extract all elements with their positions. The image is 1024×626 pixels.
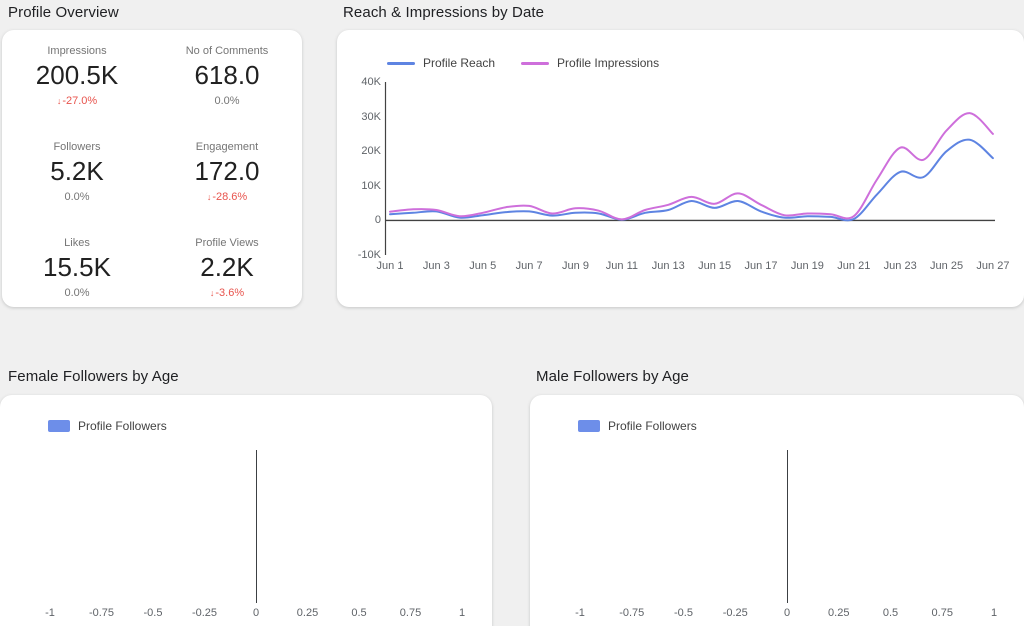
legend-label: Profile Followers — [608, 419, 697, 433]
series-line-profile-reach — [390, 140, 993, 221]
kpi-value: 172.0 — [194, 155, 259, 187]
legend-swatch — [48, 420, 70, 432]
kpi-no-of-comments: No of Comments618.0 0.0% — [152, 44, 302, 140]
female-legend: Profile Followers — [48, 419, 167, 433]
male-zero-axis — [787, 450, 788, 603]
kpi-value: 200.5K — [36, 59, 118, 91]
kpi-impressions: Impressions200.5K ↓-27.0% — [2, 44, 152, 140]
kpi-change: ↓-3.6% — [210, 286, 244, 300]
female-followers-title: Female Followers by Age — [8, 368, 179, 385]
legend-item-profile-followers: Profile Followers — [578, 419, 697, 433]
kpi-label: Impressions — [47, 44, 106, 58]
kpi-change: ↓-27.0% — [57, 94, 97, 108]
legend-label: Profile Followers — [78, 419, 167, 433]
x-axis-tick: 1 — [432, 607, 492, 620]
kpi-value: 618.0 — [194, 59, 259, 91]
down-arrow-icon: ↓ — [210, 288, 215, 298]
kpi-change: 0.0% — [64, 190, 89, 204]
kpi-change: 0.0% — [214, 94, 239, 108]
down-arrow-icon: ↓ — [207, 192, 212, 202]
legend-swatch — [578, 420, 600, 432]
profile-overview-title: Profile Overview — [8, 4, 119, 21]
kpi-followers: Followers5.2K 0.0% — [2, 140, 152, 236]
x-axis-tick: 1 — [964, 607, 1024, 620]
kpi-value: 15.5K — [43, 251, 111, 283]
kpi-grid: Impressions200.5K ↓-27.0% No of Comments61… — [2, 44, 302, 332]
male-followers-title: Male Followers by Age — [536, 368, 689, 385]
kpi-label: Engagement — [196, 140, 258, 154]
series-line-profile-impressions — [390, 113, 993, 219]
reach-impressions-title: Reach & Impressions by Date — [343, 4, 544, 21]
down-arrow-icon: ↓ — [57, 96, 62, 106]
legend-item-profile-followers: Profile Followers — [48, 419, 167, 433]
kpi-value: 2.2K — [200, 251, 254, 283]
kpi-engagement: Engagement172.0 ↓-28.6% — [152, 140, 302, 236]
kpi-change: ↓-28.6% — [207, 190, 247, 204]
dashboard-canvas: Profile Overview Reach & Impressions by … — [0, 0, 1024, 626]
female-zero-axis — [256, 450, 257, 603]
profile-overview-card: Impressions200.5K ↓-27.0% No of Comments61… — [2, 30, 302, 307]
female-followers-card: Profile Followers -1-0.75-0.5-0.2500.250… — [0, 395, 492, 626]
kpi-label: Likes — [64, 236, 90, 250]
male-legend: Profile Followers — [578, 419, 697, 433]
male-followers-card: Profile Followers -1-0.75-0.5-0.2500.250… — [530, 395, 1024, 626]
kpi-change: 0.0% — [64, 286, 89, 300]
reach-impressions-chart[interactable] — [337, 30, 1024, 307]
reach-impressions-card: Profile ReachProfile Impressions 40K30K2… — [337, 30, 1024, 307]
kpi-label: Followers — [53, 140, 100, 154]
kpi-label: Profile Views — [195, 236, 258, 250]
kpi-likes: Likes15.5K 0.0% — [2, 236, 152, 332]
kpi-profile-views: Profile Views2.2K ↓-3.6% — [152, 236, 302, 332]
kpi-label: No of Comments — [186, 44, 269, 58]
kpi-value: 5.2K — [50, 155, 104, 187]
